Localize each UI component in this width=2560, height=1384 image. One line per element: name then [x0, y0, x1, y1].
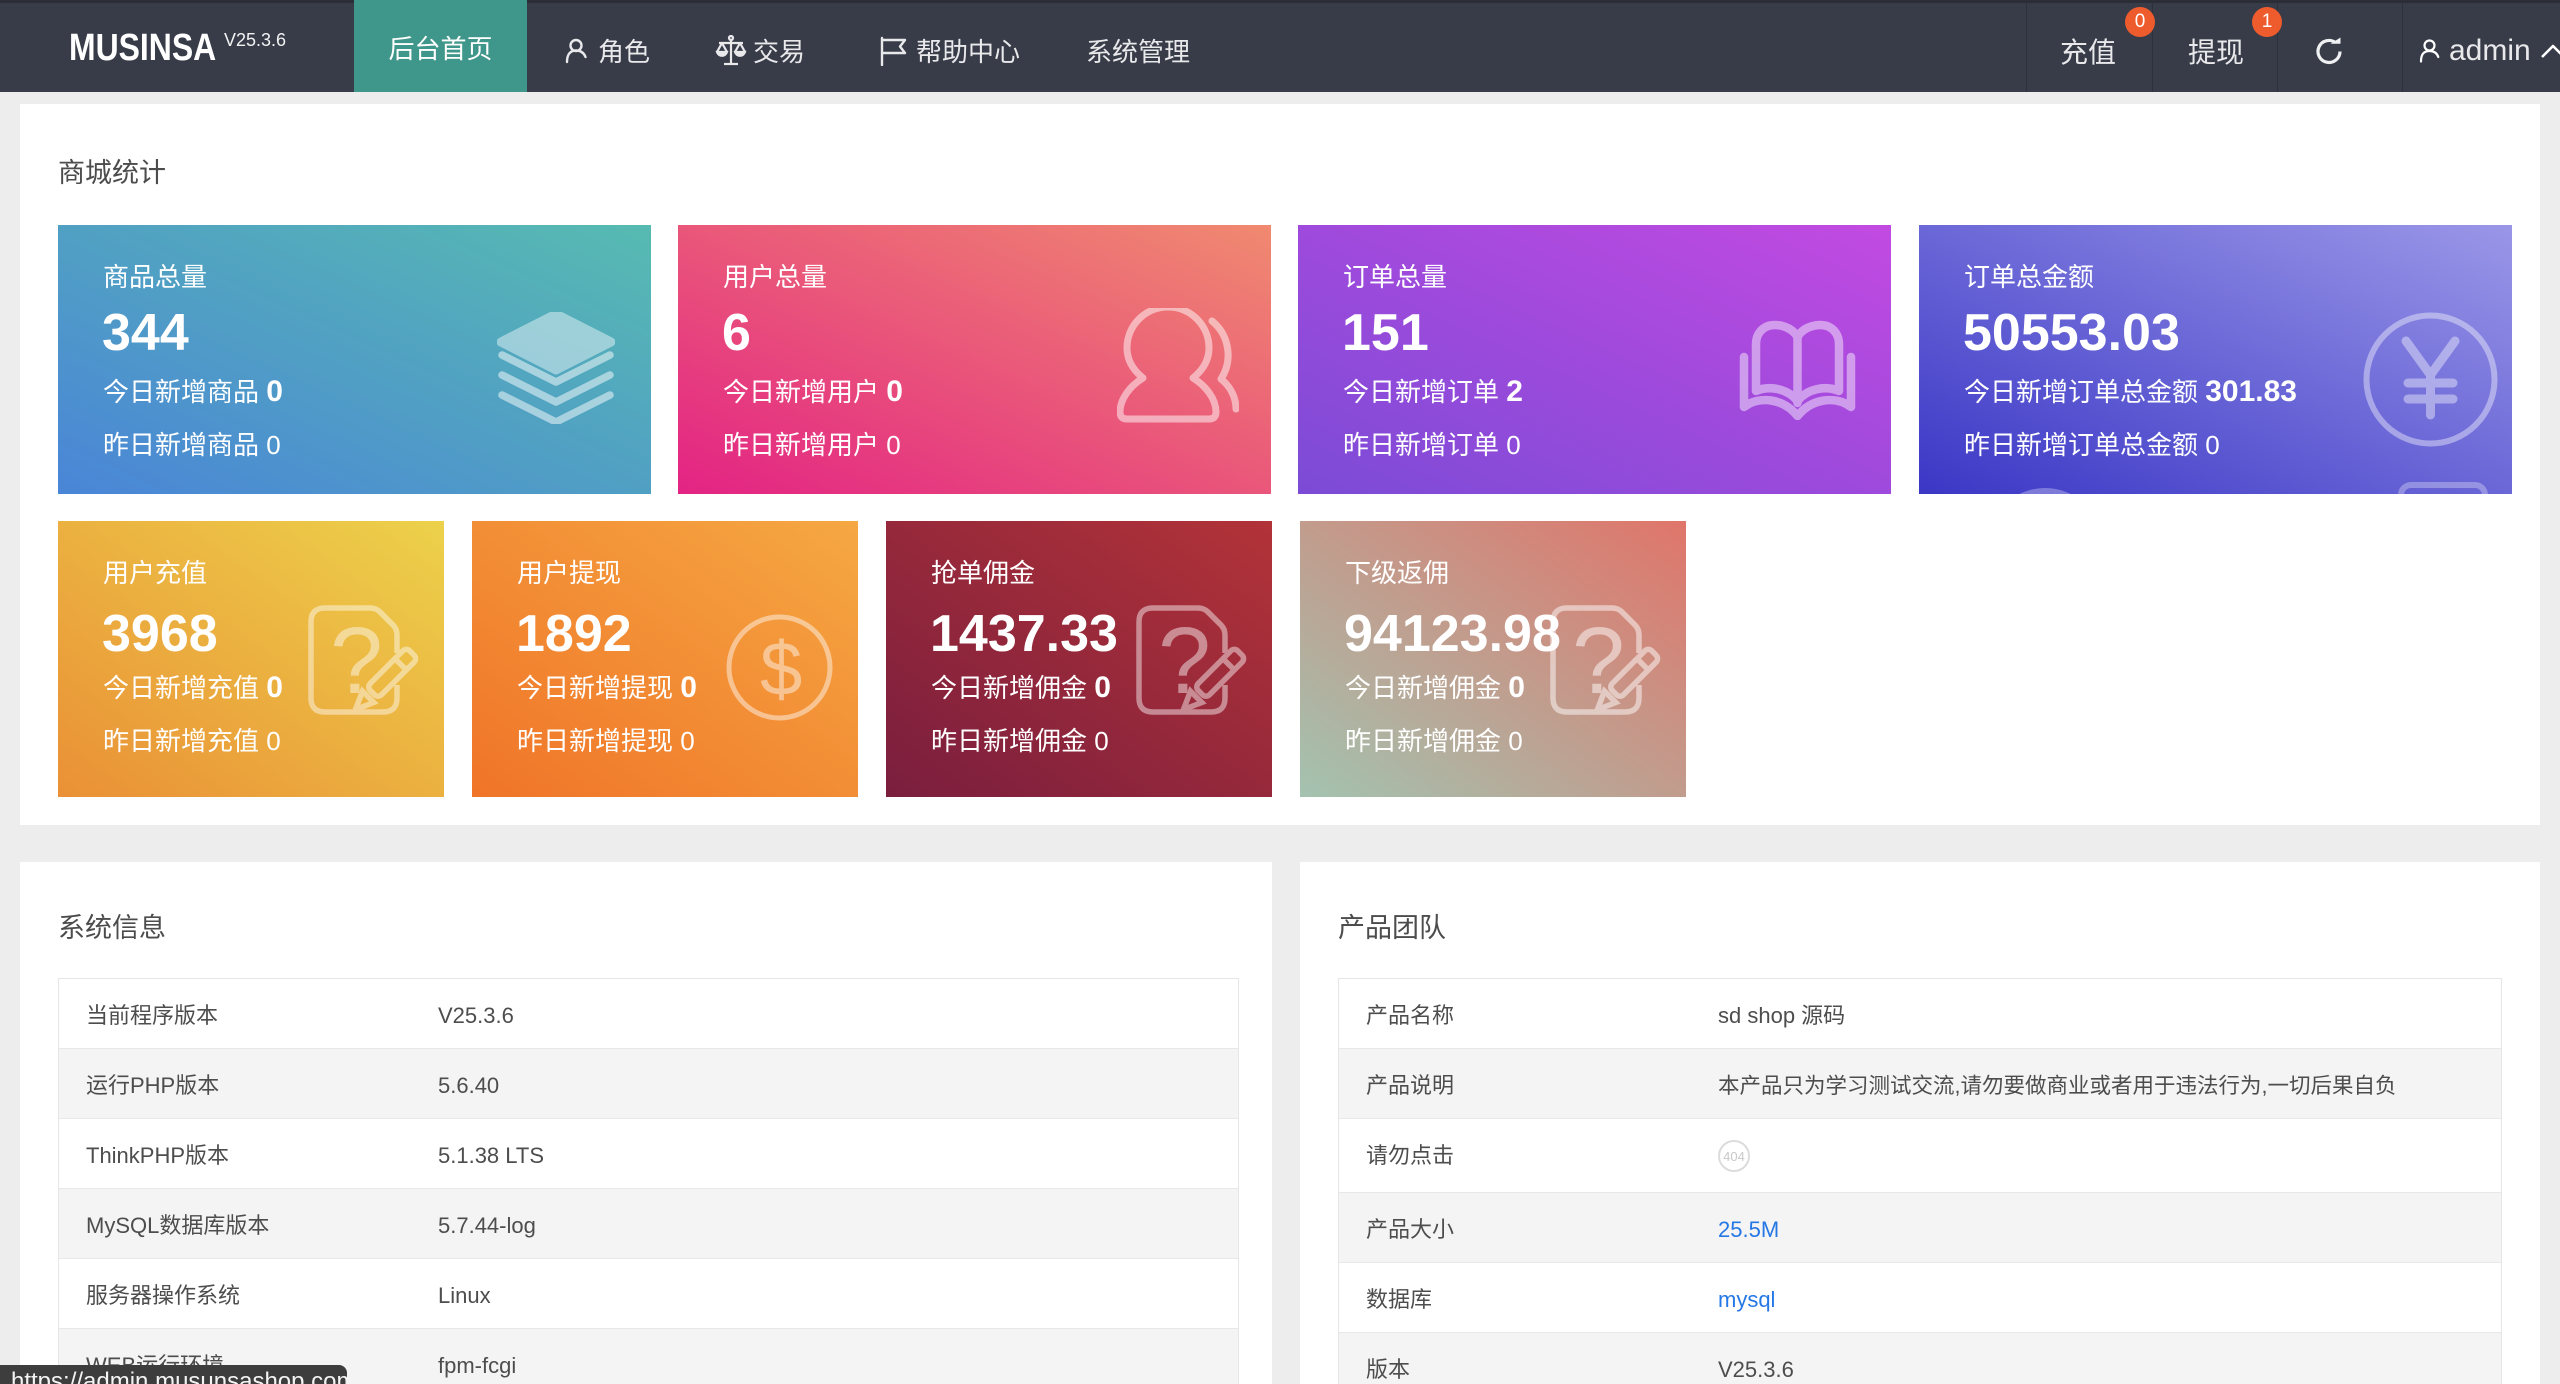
svg-text:$: $: [760, 627, 802, 712]
